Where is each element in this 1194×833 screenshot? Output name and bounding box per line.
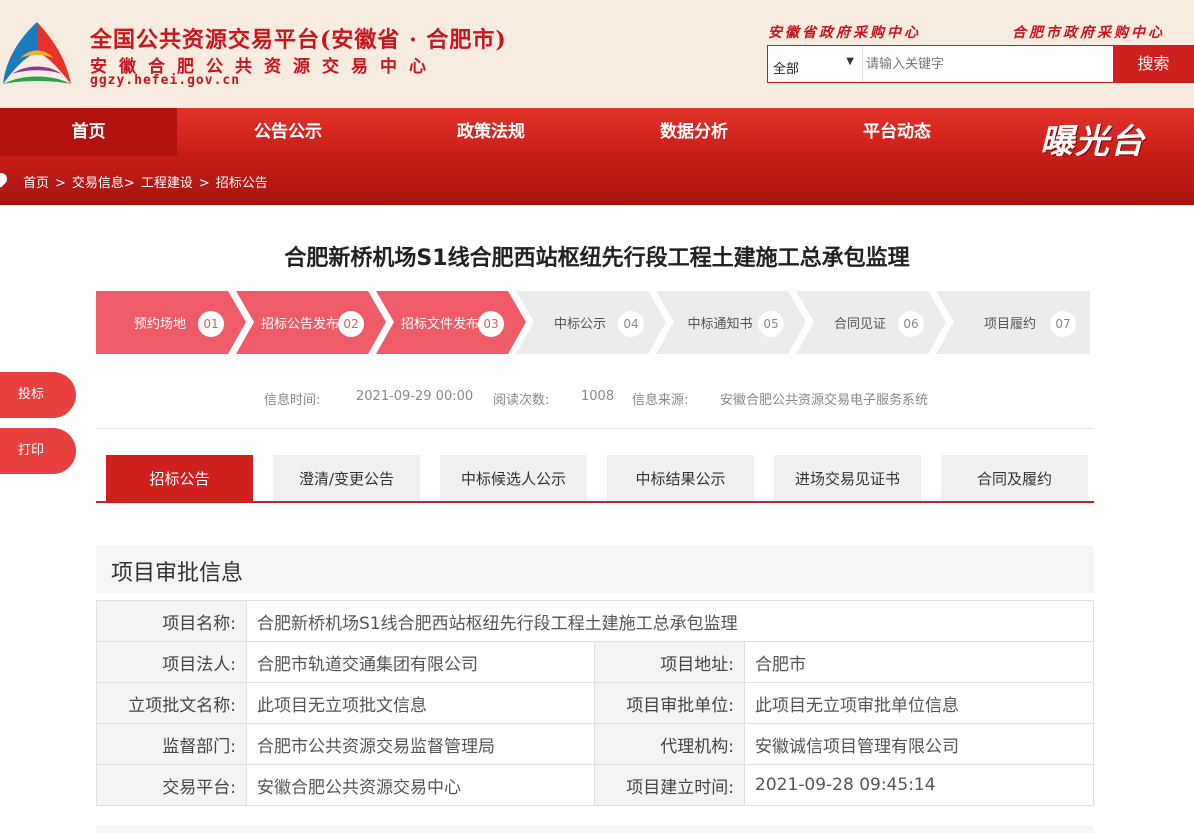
step-1: 预约场地 01 [96,291,250,354]
bid-button[interactable]: 投标 [0,372,76,418]
label-approval-unit: 项目审批单位: [594,682,745,724]
label-legal-person: 项目法人: [96,641,247,683]
step-6: 合同见证 06 [796,291,950,354]
table-row: 监督部门: 合肥市公共资源交易监督管理局 代理机构: 安徽诚信项目管理有限公司 [96,723,1094,765]
location-pin-icon [0,170,10,188]
step-number: 06 [898,311,924,337]
label-project-name: 项目名称: [96,600,247,642]
notice-tabs: 招标公告 澄清/变更公告 中标候选人公示 中标结果公示 进场交易见证书 合同及履… [96,455,1094,503]
tab-results[interactable]: 中标结果公示 [607,455,754,501]
site-logo[interactable] [0,18,74,90]
value-agency: 安徽诚信项目管理有限公司 [744,723,1094,765]
breadcrumb-construction[interactable]: 工程建设 [141,176,193,191]
site-title: 全国公共资源交易平台(安徽省 · 合肥市) [90,27,507,53]
meta-source: 安徽合肥公共资源交易电子服务系统 [720,393,929,408]
label-supervisor: 监督部门: [96,723,247,765]
label-address: 项目地址: [594,641,745,683]
chevron-down-icon: ▼ [846,56,854,67]
table-row: 交易平台: 安徽合肥公共资源交易中心 项目建立时间: 2021-09-28 09… [96,764,1094,806]
nav-item-data-analysis[interactable]: 数据分析 [603,108,785,156]
site-url: ggzy.hefei.gov.cn [90,73,241,88]
value-address: 合肥市 [744,641,1094,683]
progress-steps: 预约场地 01 招标公告发布 02 招标文件发布 03 中标公示 04 中标通知… [96,291,1090,354]
divider [96,428,1094,429]
nav-item-announcements[interactable]: 公告公示 [197,108,379,156]
step-3: 招标文件发布 03 [376,291,530,354]
meta-views-label: 阅读次数: [493,393,550,408]
link-city-procurement[interactable]: 合肥市政府采购中心 [1012,22,1165,42]
breadcrumb-sep: > [55,176,66,191]
step-number: 01 [198,311,224,337]
search-button[interactable]: 搜索 [1113,45,1194,83]
main-nav: 首页 公告公示 政策法规 数据分析 平台动态 曝光台 [0,108,1194,162]
step-2: 招标公告发布 02 [236,291,390,354]
search-input[interactable] [866,52,1106,76]
meta-time-label: 信息时间: [264,393,321,408]
search-category-value: 全部 [773,62,800,77]
breadcrumb-tender-notice[interactable]: 招标公告 [216,176,268,191]
tab-tender-notice[interactable]: 招标公告 [106,455,253,501]
label-platform: 交易平台: [96,764,247,806]
table-row: 项目名称: 合肥新桥机场S1线合肥西站枢纽先行段工程土建施工总承包监理 [96,600,1094,642]
table-row: 项目法人: 合肥市轨道交通集团有限公司 项目地址: 合肥市 [96,641,1094,683]
step-number: 05 [758,311,784,337]
step-5: 中标通知书 05 [656,291,810,354]
link-province-procurement[interactable]: 安徽省政府采购中心 [768,22,921,42]
meta-source-label: 信息来源: [632,393,689,408]
breadcrumb: 首页 > 交易信息> 工程建设 > 招标公告 [23,172,271,191]
tab-clarification[interactable]: 澄清/变更公告 [273,455,420,501]
breadcrumb-bar: 首页 > 交易信息> 工程建设 > 招标公告 [0,156,1194,205]
search-box: 全部 ▼ 搜索 [767,45,1194,83]
next-section-strip [96,825,1094,833]
step-4: 中标公示 04 [516,291,670,354]
tab-contract[interactable]: 合同及履约 [941,455,1088,501]
value-approval-doc: 此项目无立项批文信息 [246,682,595,724]
nav-item-home[interactable]: 首页 [0,108,177,156]
breadcrumb-trade-info[interactable]: 交易信息> [72,176,135,191]
meta-views: 1008 [581,389,615,404]
meta-time: 2021-09-29 00:00 [356,389,474,404]
breadcrumb-sep: > [198,176,210,191]
section-header: 项目审批信息 [96,545,1094,593]
print-button[interactable]: 打印 [0,428,76,474]
tab-candidates[interactable]: 中标候选人公示 [440,455,587,501]
step-number: 03 [478,311,504,337]
step-7: 项目履约 07 [936,291,1090,354]
section-title: 项目审批信息 [111,561,244,586]
value-supervisor: 合肥市公共资源交易监督管理局 [246,723,595,765]
breadcrumb-home[interactable]: 首页 [23,176,49,191]
step-number: 07 [1050,311,1076,337]
tab-certificate[interactable]: 进场交易见证书 [774,455,921,501]
site-header: 全国公共资源交易平台(安徽省 · 合肥市) 安徽合肥公共资源交易中心 ggzy.… [0,0,1194,108]
value-project-name: 合肥新桥机场S1线合肥西站枢纽先行段工程土建施工总承包监理 [246,600,1094,642]
page-title: 合肥新桥机场S1线合肥西站枢纽先行段工程土建施工总承包监理 [284,246,910,271]
label-approval-doc: 立项批文名称: [96,682,247,724]
value-created-time: 2021-09-28 09:45:14 [744,764,1094,806]
value-platform: 安徽合肥公共资源交易中心 [246,764,595,806]
step-number: 02 [338,311,364,337]
step-number: 04 [618,311,644,337]
label-created-time: 项目建立时间: [594,764,745,806]
nav-item-policies[interactable]: 政策法规 [400,108,582,156]
value-legal-person: 合肥市轨道交通集团有限公司 [246,641,595,683]
nav-item-platform-news[interactable]: 平台动态 [806,108,988,156]
label-agency: 代理机构: [594,723,745,765]
project-info-table: 项目名称: 合肥新桥机场S1线合肥西站枢纽先行段工程土建施工总承包监理 项目法人… [96,600,1094,806]
table-row: 立项批文名称: 此项目无立项批文信息 项目审批单位: 此项目无立项审批单位信息 [96,682,1094,724]
value-approval-unit: 此项目无立项审批单位信息 [744,682,1094,724]
search-category-select[interactable]: 全部 ▼ [768,46,863,82]
